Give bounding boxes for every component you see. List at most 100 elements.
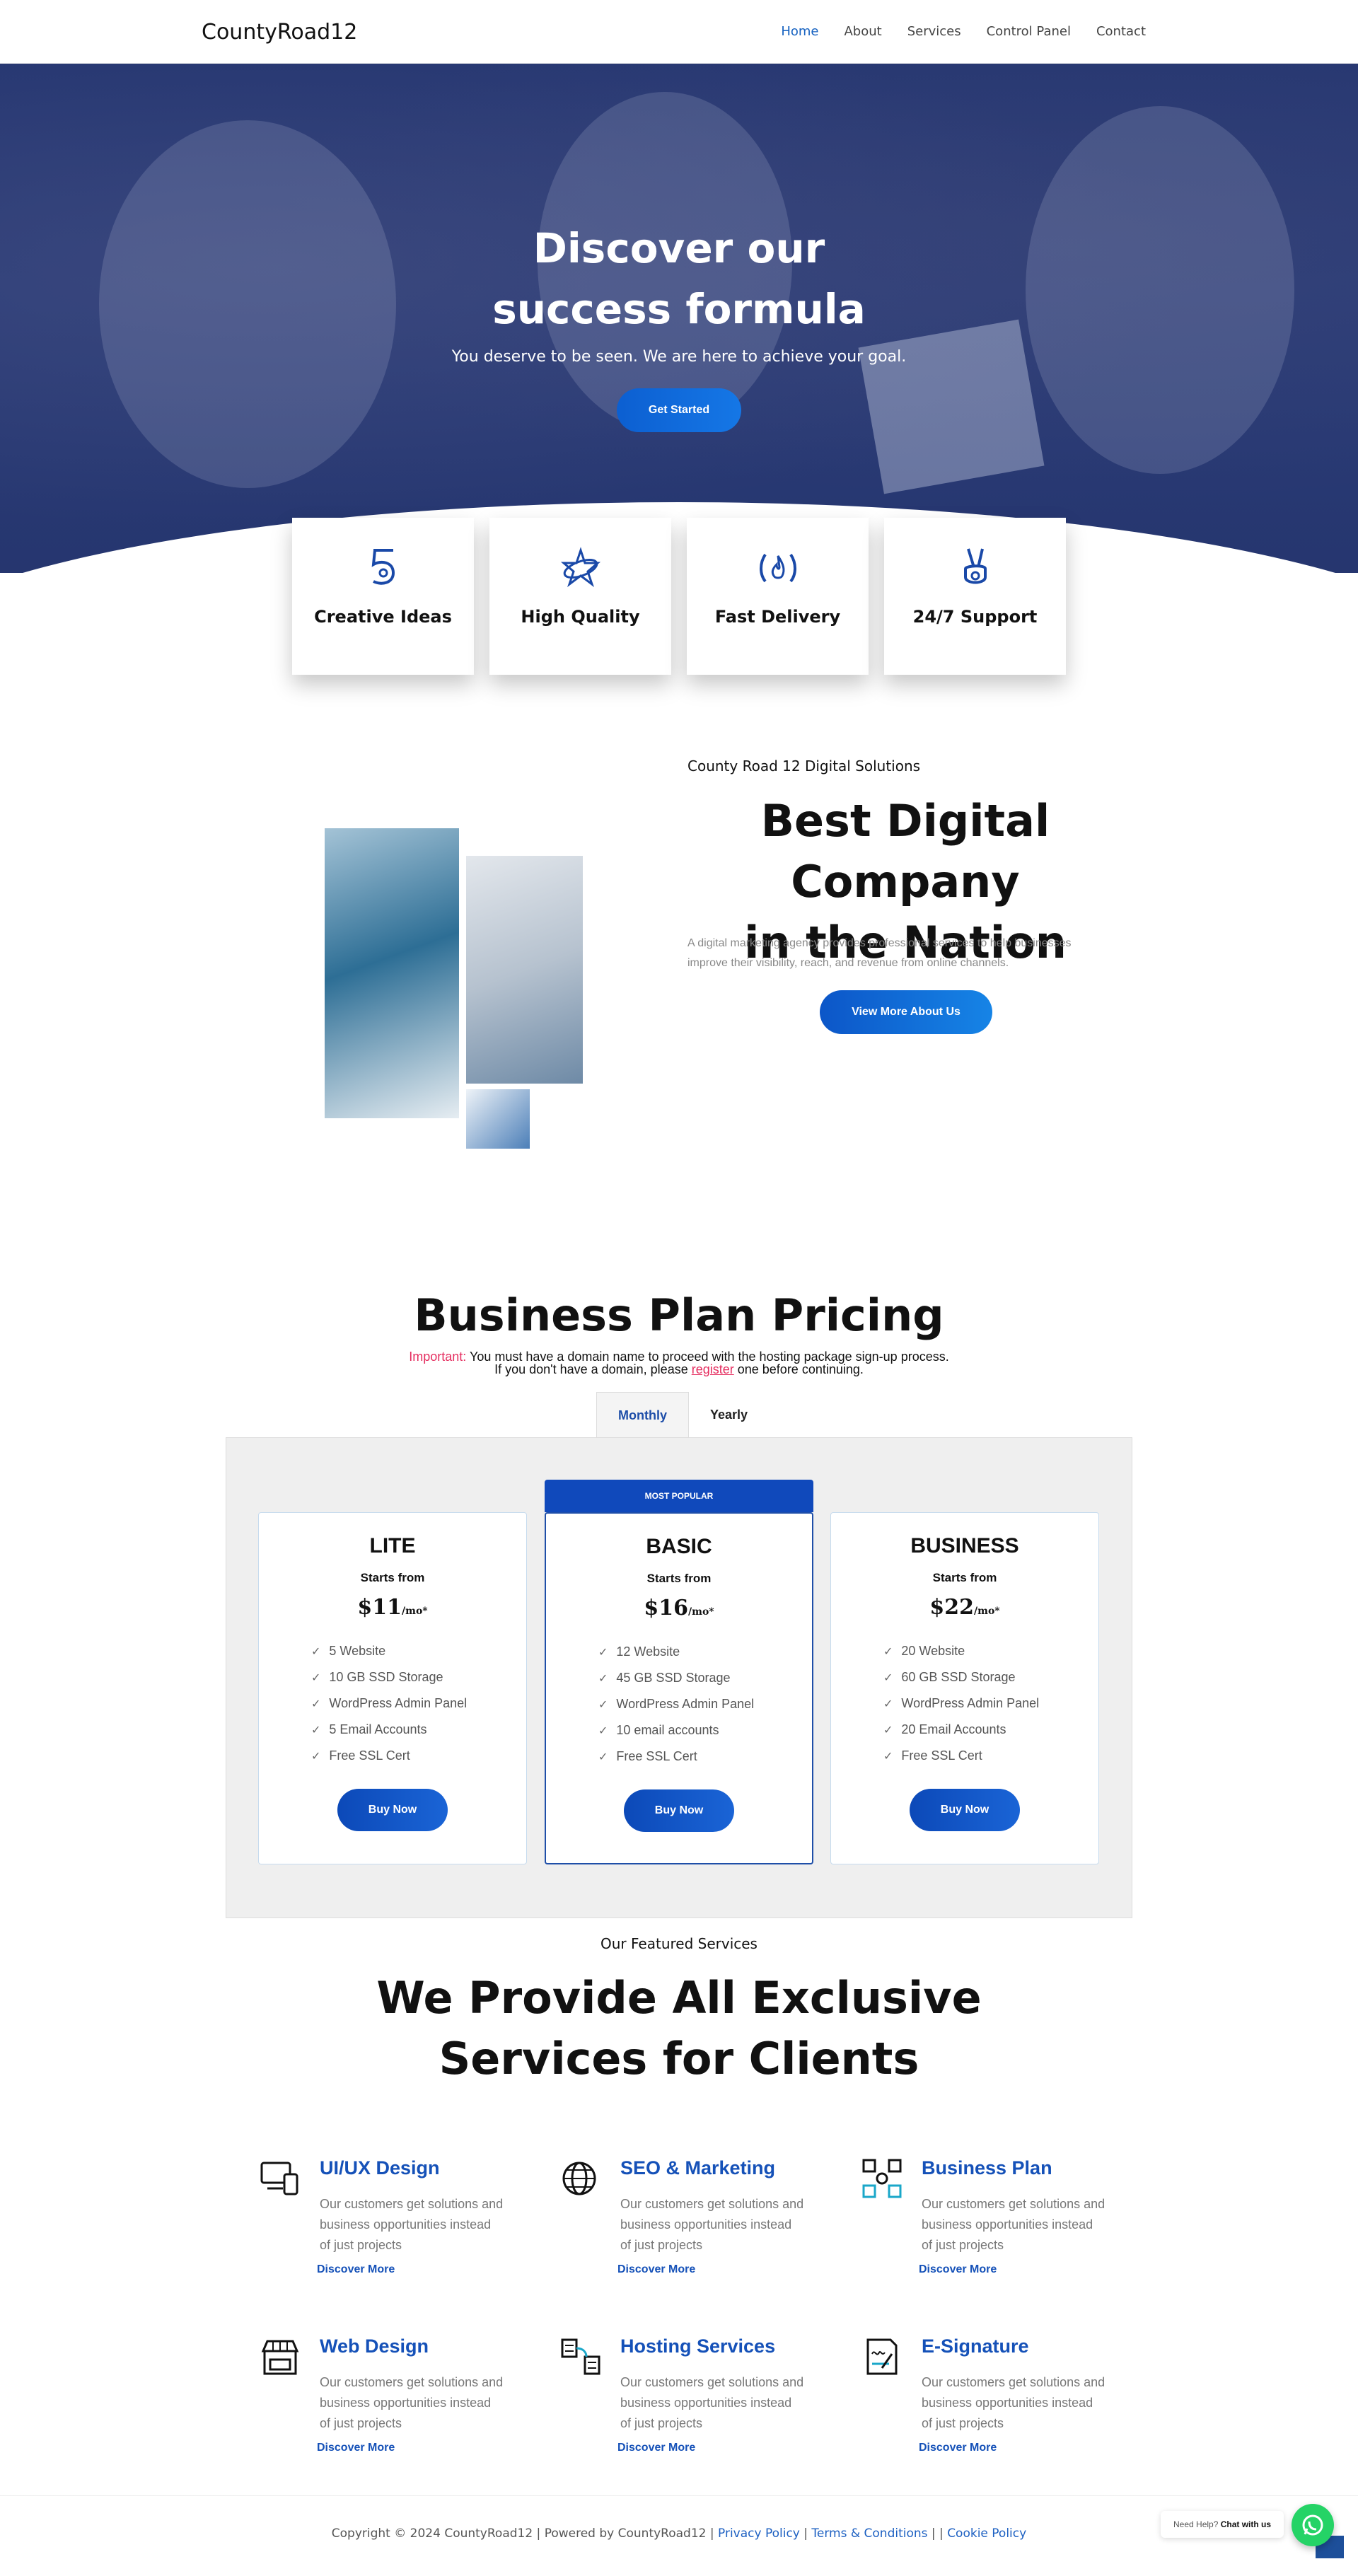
check-icon: ✓ bbox=[598, 1750, 608, 1763]
view-more-about-button[interactable]: View More About Us bbox=[820, 990, 992, 1034]
plan-card-business: BUSINESS Starts from $22/mo* ✓ 20 Website… bbox=[830, 1512, 1099, 1864]
service-name[interactable]: E-Signature bbox=[922, 2336, 1029, 2357]
check-icon: ✓ bbox=[883, 1671, 893, 1684]
plan-features: ✓ 20 Website ✓ 60 GB SSD Storage ✓ WordPres… bbox=[883, 1638, 1098, 1769]
plan-card-basic: BASIC Starts from $16/mo* ✓ 12 Website ✓ 4… bbox=[545, 1512, 813, 1864]
buy-now-button-lite[interactable]: Buy Now bbox=[337, 1789, 448, 1831]
discover-more-link[interactable]: Discover More bbox=[317, 2263, 395, 2276]
terms-link[interactable]: Terms & Conditions bbox=[811, 2526, 927, 2541]
list-item: ✓ 12 Website bbox=[598, 1639, 812, 1665]
hero-section: Discover our success formula You deserve… bbox=[0, 64, 1358, 573]
check-icon: ✓ bbox=[883, 1723, 893, 1736]
feature-text: 5 Website bbox=[329, 1644, 386, 1658]
feature-label: Fast Delivery bbox=[714, 607, 841, 627]
feature-text: 20 Email Accounts bbox=[901, 1722, 1006, 1736]
service-description: Our customers get solutions and business… bbox=[320, 2197, 504, 2252]
privacy-policy-link[interactable]: Privacy Policy bbox=[718, 2526, 800, 2541]
nav-contact[interactable]: Contact bbox=[1096, 24, 1146, 39]
discover-more-link[interactable]: Discover More bbox=[919, 2442, 997, 2454]
list-item: ✓ 45 GB SSD Storage bbox=[598, 1665, 812, 1691]
nav-services[interactable]: Services bbox=[907, 24, 961, 39]
discover-more-link[interactable]: Discover More bbox=[919, 2263, 997, 2276]
service-description: Our customers get solutions and business… bbox=[620, 2197, 804, 2252]
service-name[interactable]: UI/UX Design bbox=[320, 2157, 440, 2179]
feature-text: 60 GB SSD Storage bbox=[901, 1670, 1016, 1684]
tab-monthly[interactable]: Monthly bbox=[596, 1392, 689, 1437]
server-icon bbox=[559, 2336, 602, 2378]
service-ui-ux-design: UI/UX Design Our customers get solutions… bbox=[259, 2157, 528, 2292]
list-item: ✓ 5 Website bbox=[311, 1638, 526, 1664]
feature-text: WordPress Admin Panel bbox=[901, 1696, 1040, 1710]
tab-yearly[interactable]: Yearly bbox=[689, 1392, 770, 1437]
discover-more-link[interactable]: Discover More bbox=[617, 2442, 695, 2454]
nav-home[interactable]: Home bbox=[781, 24, 818, 39]
about-description: A digital marketing agency provides prof… bbox=[687, 937, 1072, 969]
plan-name: BUSINESS bbox=[910, 1534, 1019, 1557]
check-icon: ✓ bbox=[311, 1671, 321, 1684]
site-logo[interactable]: CountyRoad12 bbox=[202, 20, 357, 45]
billing-tabs: Monthly Yearly bbox=[596, 1392, 770, 1437]
nav-about[interactable]: About bbox=[844, 24, 881, 39]
services-title-line-2: Services for Clients bbox=[439, 2033, 919, 2084]
signature-icon bbox=[861, 2336, 903, 2378]
feature-text: WordPress Admin Panel bbox=[329, 1696, 468, 1710]
price-period: /mo* bbox=[974, 1606, 1000, 1617]
plan-features: ✓ 5 Website ✓ 10 GB SSD Storage ✓ WordPress… bbox=[311, 1638, 526, 1769]
check-icon: ✓ bbox=[598, 1724, 608, 1737]
services-title: We Provide All Exclusive Services for Cl… bbox=[0, 1968, 1358, 2089]
storefront-icon bbox=[259, 2336, 301, 2378]
check-icon: ✓ bbox=[598, 1671, 608, 1685]
discover-more-link[interactable]: Discover More bbox=[617, 2263, 695, 2276]
hero-subtitle: You deserve to be seen. We are here to a… bbox=[451, 348, 907, 366]
about-title-line-1: Best Digital Company bbox=[760, 795, 1050, 907]
nav-control-panel[interactable]: Control Panel bbox=[987, 24, 1071, 39]
service-description: Our customers get solutions and business… bbox=[922, 2197, 1105, 2252]
buy-now-button-basic[interactable]: Buy Now bbox=[624, 1789, 734, 1832]
service-description: Our customers get solutions and business… bbox=[922, 2375, 1105, 2430]
list-item: ✓ WordPress Admin Panel bbox=[311, 1690, 526, 1717]
devices-icon bbox=[259, 2157, 301, 2200]
check-icon: ✓ bbox=[311, 1644, 321, 1658]
starts-from-label: Starts from bbox=[646, 1572, 712, 1585]
price-value: $22 bbox=[929, 1595, 975, 1620]
list-item: ✓ 20 Website bbox=[883, 1638, 1098, 1664]
register-link[interactable]: register bbox=[692, 1362, 734, 1376]
about-eyebrow: County Road 12 Digital Solutions bbox=[687, 758, 921, 774]
plan-price: $11/mo* bbox=[259, 1595, 526, 1620]
service-name[interactable]: Web Design bbox=[320, 2336, 429, 2357]
plan-name: BASIC bbox=[646, 1535, 712, 1558]
feature-text: 5 Email Accounts bbox=[329, 1722, 427, 1736]
check-icon: ✓ bbox=[311, 1749, 321, 1763]
check-icon: ✓ bbox=[883, 1749, 893, 1763]
list-item: ✓ 5 Email Accounts bbox=[311, 1717, 526, 1743]
feature-text: 12 Website bbox=[616, 1644, 680, 1659]
hero-title-line-2: success formula bbox=[492, 285, 866, 333]
pricing-title: Business Plan Pricing bbox=[414, 1289, 944, 1341]
buy-now-button-business[interactable]: Buy Now bbox=[910, 1789, 1020, 1831]
copyright-text: Copyright © 2024 CountyRoad12 | Powered … bbox=[331, 2526, 718, 2541]
cookie-policy-link[interactable]: Cookie Policy bbox=[947, 2526, 1026, 2541]
service-name[interactable]: Business Plan bbox=[922, 2157, 1052, 2179]
footer: Copyright © 2024 CountyRoad12 | Powered … bbox=[0, 2526, 1358, 2541]
starts-from-label: Starts from bbox=[932, 1571, 997, 1584]
get-started-button[interactable]: Get Started bbox=[617, 388, 741, 432]
service-name[interactable]: SEO & Marketing bbox=[620, 2157, 775, 2179]
help-chat-bubble[interactable]: Need Help? Chat with us bbox=[1161, 2511, 1284, 2538]
about-photo-chart bbox=[466, 1089, 530, 1149]
service-name[interactable]: Hosting Services bbox=[620, 2336, 775, 2357]
service-description: Our customers get solutions and business… bbox=[320, 2375, 504, 2430]
victory-hand-icon bbox=[884, 546, 1066, 588]
hero-title: Discover our success formula bbox=[0, 218, 1358, 340]
check-icon: ✓ bbox=[311, 1723, 321, 1736]
services-title-line-1: We Provide All Exclusive bbox=[376, 1972, 982, 2024]
feature-cards: Creative Ideas High Quality Fast Deliver… bbox=[292, 518, 1066, 675]
discover-more-link[interactable]: Discover More bbox=[317, 2442, 395, 2454]
feature-label: High Quality bbox=[521, 607, 640, 627]
important-label: Important: bbox=[409, 1350, 467, 1364]
list-item: ✓ Free SSL Cert bbox=[598, 1744, 812, 1770]
check-icon: ✓ bbox=[311, 1697, 321, 1710]
list-item: ✓ 10 GB SSD Storage bbox=[311, 1664, 526, 1690]
top-navbar: CountyRoad12 Home About Services Control… bbox=[0, 0, 1358, 64]
whatsapp-icon[interactable] bbox=[1292, 2504, 1334, 2546]
feature-card-high-quality: High Quality bbox=[489, 518, 671, 675]
